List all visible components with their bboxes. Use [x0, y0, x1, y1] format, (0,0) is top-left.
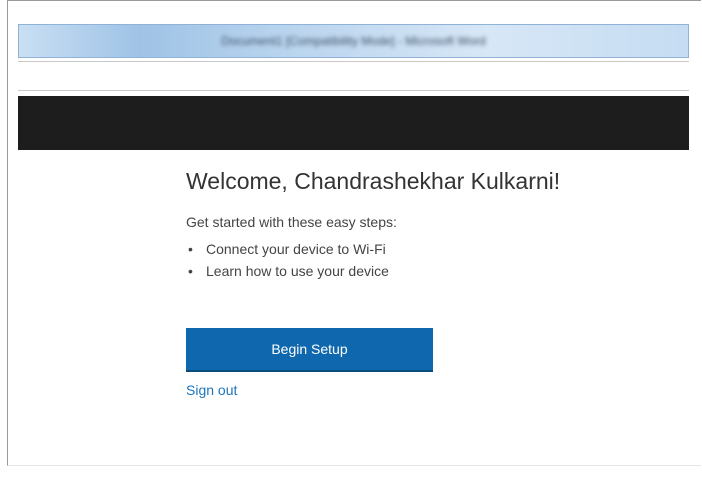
bullet-icon: •	[188, 241, 193, 257]
steps-list: • Connect your device to Wi-Fi • Learn h…	[186, 238, 686, 282]
sign-out-link[interactable]: Sign out	[186, 382, 237, 398]
divider-line	[18, 90, 689, 91]
window-titlebar: Document1 [Compatibility Mode] - Microso…	[18, 24, 689, 58]
step-item: • Learn how to use your device	[186, 260, 686, 282]
welcome-panel: Welcome, Chandrashekhar Kulkarni! Get st…	[186, 166, 686, 282]
header-band	[18, 96, 689, 150]
steps-intro-text: Get started with these easy steps:	[186, 214, 397, 230]
step-label: Connect your device to Wi-Fi	[206, 241, 386, 257]
step-label: Learn how to use your device	[206, 263, 389, 279]
bullet-icon: •	[188, 263, 193, 279]
begin-setup-button[interactable]: Begin Setup	[186, 328, 433, 370]
divider-line	[18, 61, 689, 62]
step-item: • Connect your device to Wi-Fi	[186, 238, 686, 260]
window-title: Document1 [Compatibility Mode] - Microso…	[221, 34, 486, 48]
welcome-heading: Welcome, Chandrashekhar Kulkarni!	[186, 168, 561, 194]
